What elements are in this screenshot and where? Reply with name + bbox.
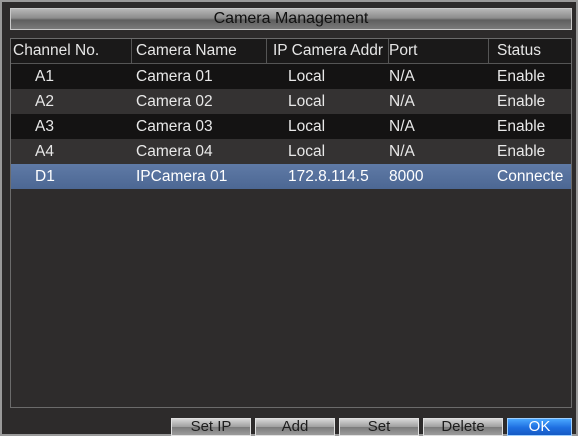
- ok-button[interactable]: OK: [507, 418, 572, 436]
- ip-address-cell: Local: [288, 93, 326, 110]
- channel-cell: A1: [35, 68, 54, 85]
- port-cell: N/A: [389, 93, 415, 110]
- column-divider[interactable]: [266, 39, 267, 63]
- camera-name-cell: Camera 01: [136, 68, 213, 85]
- camera-table: Channel No. Camera Name IP Camera Addr P…: [10, 38, 572, 408]
- column-header-status[interactable]: Status: [497, 39, 571, 63]
- window-title: Camera Management: [10, 8, 572, 30]
- port-cell: N/A: [389, 118, 415, 135]
- channel-cell: A2: [35, 93, 54, 110]
- column-header-camera-name[interactable]: Camera Name: [136, 39, 264, 63]
- status-cell: Enable: [497, 68, 546, 85]
- table-row[interactable]: A2 Camera 02 Local N/A Enable: [11, 89, 571, 114]
- status-cell: Enable: [497, 93, 546, 110]
- table-row[interactable]: A1 Camera 01 Local N/A Enable: [11, 64, 571, 89]
- table-row-selected[interactable]: D1 IPCamera 01 172.8.114.5 8000 Connecte: [11, 164, 571, 189]
- column-header-ip-address[interactable]: IP Camera Addr: [273, 39, 388, 63]
- column-divider[interactable]: [488, 39, 489, 63]
- action-bar: Set IP Add Set Delete OK: [10, 414, 572, 436]
- delete-button[interactable]: Delete: [423, 418, 503, 436]
- channel-cell: A4: [35, 143, 54, 160]
- port-cell: 8000: [389, 168, 424, 185]
- table-row[interactable]: A3 Camera 03 Local N/A Enable: [11, 114, 571, 139]
- table-header: Channel No. Camera Name IP Camera Addr P…: [11, 39, 571, 64]
- port-cell: N/A: [389, 68, 415, 85]
- ip-address-cell: Local: [288, 143, 326, 160]
- ip-address-cell: Local: [288, 118, 326, 135]
- channel-cell: A3: [35, 118, 54, 135]
- camera-name-cell: IPCamera 01: [136, 168, 228, 185]
- add-button[interactable]: Add: [255, 418, 335, 436]
- status-cell: Enable: [497, 143, 546, 160]
- port-cell: N/A: [389, 143, 415, 160]
- set-ip-button[interactable]: Set IP: [171, 418, 251, 436]
- ip-address-cell: 172.8.114.5: [288, 168, 369, 185]
- column-header-channel[interactable]: Channel No.: [13, 39, 131, 63]
- column-header-port[interactable]: Port: [389, 39, 489, 63]
- set-button[interactable]: Set: [339, 418, 419, 436]
- camera-name-cell: Camera 02: [136, 93, 213, 110]
- camera-management-window: Camera Management Channel No. Camera Nam…: [0, 0, 578, 436]
- ip-address-cell: Local: [288, 68, 326, 85]
- status-cell: Connecte: [497, 168, 564, 185]
- status-cell: Enable: [497, 118, 546, 135]
- camera-name-cell: Camera 03: [136, 118, 213, 135]
- table-row[interactable]: A4 Camera 04 Local N/A Enable: [11, 139, 571, 164]
- camera-name-cell: Camera 04: [136, 143, 213, 160]
- channel-cell: D1: [35, 168, 55, 185]
- column-divider[interactable]: [131, 39, 132, 63]
